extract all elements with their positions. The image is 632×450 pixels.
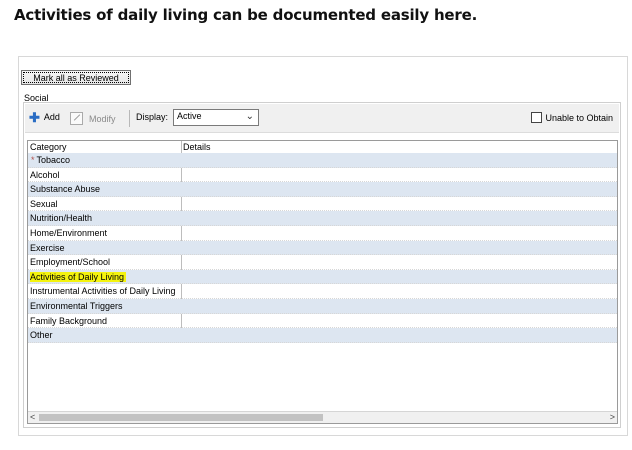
table-row[interactable]: Home/Environment xyxy=(28,226,617,241)
scrollbar-thumb[interactable] xyxy=(39,414,323,421)
checkbox-box xyxy=(531,112,543,123)
page-caption: Activities of daily living can be docume… xyxy=(14,6,478,24)
row-category-highlighted: Activities of Daily Living xyxy=(30,271,127,282)
social-history-panel: Mark all as Reviewed Social ✚ Add Modify… xyxy=(18,56,628,436)
add-label: Add xyxy=(43,112,60,122)
modify-button[interactable]: Modify xyxy=(70,112,116,125)
display-select[interactable]: Active ⌄ xyxy=(173,109,259,126)
display-label: Display: xyxy=(136,112,169,122)
chevron-left-icon[interactable]: < xyxy=(30,412,35,423)
table-row[interactable]: Other xyxy=(28,328,617,343)
toolbar: ✚ Add Modify Display: Active ⌄ Unable to… xyxy=(25,104,619,133)
row-category: Home/Environment xyxy=(30,227,108,238)
chevron-right-icon[interactable]: > xyxy=(610,412,615,423)
mark-all-reviewed-button[interactable]: Mark all as Reviewed xyxy=(21,70,131,85)
row-category: Sexual xyxy=(30,198,58,209)
table-row[interactable]: * Tobacco xyxy=(28,153,617,168)
table-row[interactable]: Nutrition/Health xyxy=(28,211,617,226)
row-category: Substance Abuse xyxy=(30,184,101,195)
row-category: Alcohol xyxy=(30,169,60,180)
row-category: * Tobacco xyxy=(31,155,71,165)
table-row[interactable]: Alcohol xyxy=(28,168,617,183)
column-header-category[interactable]: Category xyxy=(30,142,67,152)
row-category: Environmental Triggers xyxy=(30,300,123,311)
table-row[interactable]: Family Background xyxy=(28,314,617,329)
row-category: Exercise xyxy=(30,242,65,253)
star-icon: * xyxy=(31,155,35,165)
row-category: Nutrition/Health xyxy=(30,213,93,224)
modify-label: Modify xyxy=(89,113,116,124)
plus-icon: ✚ xyxy=(29,109,40,125)
column-header-details[interactable]: Details xyxy=(183,142,211,152)
unable-to-obtain-label: Unable to Obtain xyxy=(545,112,613,123)
table-row[interactable]: Exercise xyxy=(28,240,617,256)
row-category: Other xyxy=(30,330,53,341)
unable-to-obtain-checkbox[interactable]: Unable to Obtain xyxy=(531,112,613,123)
table-row[interactable]: Environmental Triggers xyxy=(28,298,617,314)
table-row[interactable]: Sexual xyxy=(28,197,617,212)
grid-rows: * Tobacco Alcohol Substance Abuse Sexual … xyxy=(28,153,617,343)
grid-header: Category Details xyxy=(28,141,617,153)
row-category: Family Background xyxy=(30,315,108,326)
table-row[interactable]: Activities of Daily Living xyxy=(28,269,617,285)
table-row[interactable]: Substance Abuse xyxy=(28,182,617,197)
chevron-down-icon: ⌄ xyxy=(245,111,254,122)
modify-icon xyxy=(70,112,83,125)
social-group-box: ✚ Add Modify Display: Active ⌄ Unable to… xyxy=(23,102,621,428)
display-select-value: Active xyxy=(177,111,202,121)
add-button[interactable]: ✚ Add xyxy=(29,109,60,125)
social-history-grid: Category Details * Tobacco Alcohol Substa… xyxy=(27,140,618,424)
row-category: Instrumental Activities of Daily Living xyxy=(30,286,176,297)
horizontal-scrollbar[interactable]: < > xyxy=(28,411,617,423)
toolbar-separator xyxy=(129,110,130,127)
table-row[interactable]: Employment/School xyxy=(28,255,617,270)
table-row[interactable]: Instrumental Activities of Daily Living xyxy=(28,284,617,299)
row-category: Employment/School xyxy=(30,257,111,268)
